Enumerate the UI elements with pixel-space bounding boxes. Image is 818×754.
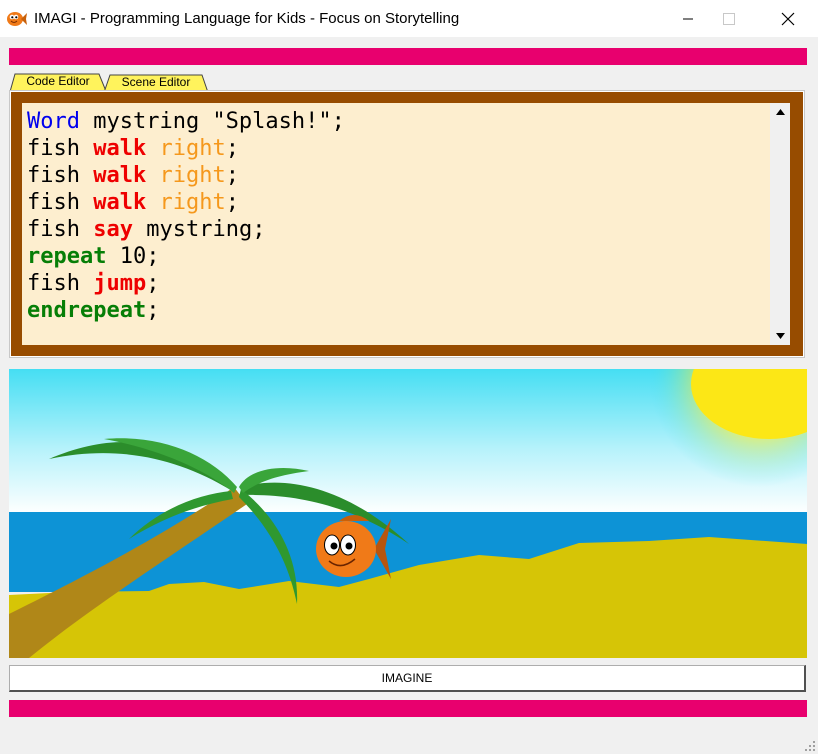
close-icon [781, 12, 795, 25]
code-token: ; [225, 163, 239, 188]
maximize-icon [723, 12, 735, 25]
maximize-button[interactable] [700, 0, 758, 37]
tab-scene-editor-label: Scene Editor [121, 75, 191, 89]
fish-app-icon [7, 12, 27, 26]
code-token: walk [93, 163, 147, 188]
code-token: 10; [106, 244, 160, 269]
code-token: walk [93, 136, 147, 161]
code-token: fish [27, 271, 94, 296]
code-token: fish [27, 190, 94, 215]
code-token: ; [225, 190, 239, 215]
code-token: ; [225, 136, 239, 161]
code-token: ; [146, 271, 160, 296]
imagine-button[interactable]: IMAGINE [9, 665, 806, 692]
code-token: fish [27, 136, 94, 161]
tab-code-editor-label: Code Editor [26, 74, 90, 88]
code-line: Word mystring "Splash!"; [27, 108, 345, 135]
window-title: IMAGI - Programming Language for Kids - … [34, 10, 460, 27]
bottom-accent-bar [9, 700, 807, 717]
code-token: mystring "Splash!"; [79, 109, 345, 134]
code-token: repeat [27, 244, 107, 269]
scroll-up-icon [775, 109, 785, 115]
code-scrollbar[interactable] [770, 103, 790, 345]
code-line: fish jump; [27, 270, 345, 297]
code-token: jump [93, 271, 147, 296]
code-token: right [159, 163, 226, 188]
tab-code-editor[interactable]: Code Editor [10, 73, 106, 90]
code-line: fish walk right; [27, 135, 345, 162]
code-token: right [159, 190, 226, 215]
scroll-down-button[interactable] [770, 327, 790, 345]
code-token: fish [27, 217, 94, 242]
scroll-up-button[interactable] [770, 103, 790, 121]
code-line: fish walk right; [27, 189, 345, 216]
scroll-down-icon [775, 333, 785, 339]
window-titlebar: IMAGI - Programming Language for Kids - … [0, 0, 818, 37]
code-token: right [159, 136, 226, 161]
code-line: repeat 10; [27, 243, 345, 270]
code-line: fish walk right; [27, 162, 345, 189]
minimize-icon [683, 18, 693, 19]
code-line: fish say mystring; [27, 216, 345, 243]
code-text[interactable]: Word mystring "Splash!"; fish walk right;… [27, 108, 345, 324]
code-token: Word [27, 109, 80, 134]
code-token: fish [27, 163, 94, 188]
scene-canvas [9, 369, 807, 658]
code-token: walk [93, 190, 147, 215]
resize-grip-icon[interactable] [804, 740, 816, 752]
close-button[interactable] [759, 0, 817, 37]
top-accent-bar [9, 48, 807, 65]
tab-scene-editor[interactable]: Scene Editor [104, 74, 208, 91]
code-token: endrepeat [27, 298, 147, 323]
code-line: endrepeat; [27, 297, 345, 324]
code-token: mystring; [132, 217, 266, 242]
code-token: ; [146, 298, 160, 323]
code-token: say [93, 217, 133, 242]
